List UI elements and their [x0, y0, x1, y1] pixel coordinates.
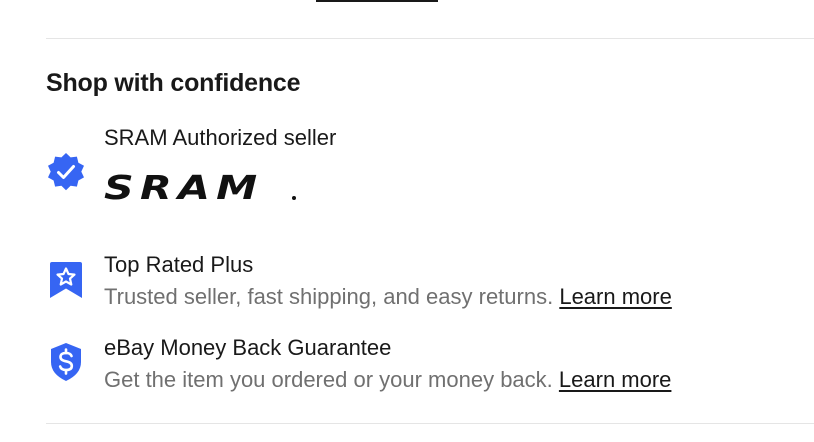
feature-title: Top Rated Plus — [104, 252, 254, 277]
feature-title: eBay Money Back Guarantee — [104, 335, 392, 360]
learn-more-link[interactable]: Learn more — [559, 367, 672, 392]
section-divider — [46, 423, 814, 424]
section-title: Shop with confidence — [46, 69, 301, 97]
learn-more-link[interactable]: Learn more — [559, 284, 672, 309]
sram-logo: SRAM — [104, 172, 296, 202]
bookmark-star-icon — [50, 262, 82, 298]
dollar-shield-icon — [51, 343, 81, 381]
feature-description-text: Get the item you ordered or your money b… — [104, 367, 553, 392]
feature-description-text: Trusted seller, fast shipping, and easy … — [104, 284, 554, 309]
section-divider — [46, 38, 814, 39]
svg-text:SRAM: SRAM — [104, 172, 263, 202]
feature-title: SRAM Authorized seller — [104, 125, 337, 150]
verified-badge-icon — [48, 153, 84, 191]
feature-description: Get the item you ordered or your money b… — [104, 367, 671, 393]
previous-section-link-underline[interactable] — [316, 0, 438, 2]
feature-description: Trusted seller, fast shipping, and easy … — [104, 284, 672, 310]
